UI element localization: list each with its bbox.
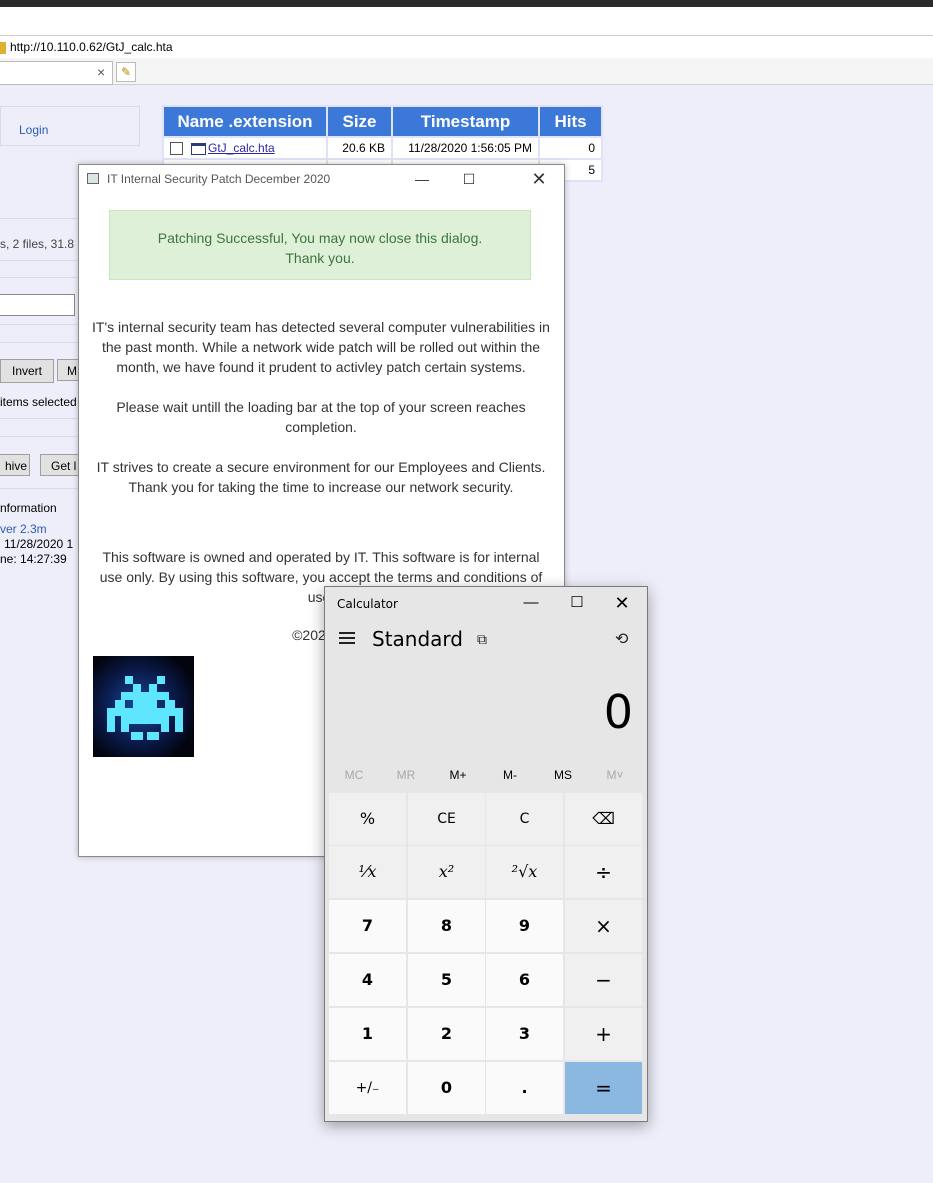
divider (0, 418, 78, 419)
calc-minimize-button[interactable]: — (508, 587, 554, 619)
file-timestamp-cell: 11/28/2020 1:56:05 PM (393, 138, 538, 158)
memory-clear-button[interactable]: MC (328, 768, 380, 782)
file-checkbox[interactable] (170, 142, 183, 156)
history-icon[interactable]: ⟲ (615, 629, 628, 649)
divider (0, 488, 78, 489)
divider (0, 260, 78, 261)
equals-button[interactable]: = (565, 1062, 642, 1114)
backspace-icon[interactable]: ⌫ (565, 793, 642, 845)
address-url[interactable]: http://10.110.0.62/GtJ_calc.hta (10, 40, 173, 54)
memory-add-button[interactable]: M+ (432, 768, 484, 782)
calculator-title: Calculator (337, 597, 398, 611)
decimal-button[interactable]: . (486, 1062, 563, 1114)
table-header-row: Name .extension Size Timestamp Hits (164, 107, 601, 136)
subtract-button[interactable]: − (565, 954, 642, 1006)
hta-app-icon (87, 173, 99, 184)
keep-on-top-icon[interactable]: ⧉ (477, 631, 487, 648)
memory-list-button[interactable]: M˅ (589, 768, 641, 782)
hamburger-menu-icon[interactable] (337, 629, 357, 649)
browser-toolbar-area (0, 7, 933, 36)
clear-button[interactable]: C (486, 793, 563, 845)
divider (0, 342, 78, 343)
table-row: GtJ_calc.hta 20.6 KB 11/28/2020 1:56:05 … (164, 138, 601, 158)
digit-1-button[interactable]: 1 (329, 1008, 406, 1060)
memory-subtract-button[interactable]: M- (484, 768, 536, 782)
column-name[interactable]: Name .extension (164, 107, 326, 136)
divider (0, 277, 78, 278)
server-version-link[interactable]: ver 2.3m (0, 522, 47, 536)
tab-strip (0, 58, 933, 85)
multiply-button[interactable]: × (565, 900, 642, 952)
folder-stats: s, 2 files, 31.8 I (0, 237, 81, 251)
column-timestamp[interactable]: Timestamp (393, 107, 538, 136)
security-paragraph: IT strives to create a secure environmen… (96, 459, 546, 495)
percent-button[interactable]: % (329, 793, 406, 845)
digit-7-button[interactable]: 7 (329, 900, 406, 952)
divider (0, 218, 78, 219)
vulnerability-paragraph: IT's internal security team has detected… (92, 319, 550, 375)
new-tab-icon[interactable]: ✎ (116, 62, 136, 82)
success-message: Patching Successful, You may now close t… (157, 230, 483, 246)
login-link[interactable]: Login (19, 123, 48, 137)
clear-entry-button[interactable]: CE (408, 793, 485, 845)
page-lock-icon (0, 41, 6, 54)
tab-close-icon[interactable]: × (97, 64, 105, 80)
digit-2-button[interactable]: 2 (408, 1008, 485, 1060)
digit-8-button[interactable]: 8 (408, 900, 485, 952)
file-hits-cell: 0 (540, 138, 601, 158)
digit-4-button[interactable]: 4 (329, 954, 406, 1006)
server-date: 11/28/2020 1 (4, 537, 74, 551)
success-thanks: Thank you. (285, 250, 355, 266)
column-size[interactable]: Size (328, 107, 391, 136)
divider (0, 324, 78, 325)
square-button[interactable]: x² (408, 846, 485, 898)
memory-store-button[interactable]: MS (537, 768, 589, 782)
digit-3-button[interactable]: 3 (486, 1008, 563, 1060)
maximize-button[interactable]: ☐ (446, 165, 492, 194)
add-button[interactable]: + (565, 1008, 642, 1060)
items-selected-label: items selected (0, 395, 77, 409)
loading-paragraph: Please wait untill the loading bar at th… (116, 399, 526, 435)
file-size-cell: 20.6 KB (328, 138, 391, 158)
digit-6-button[interactable]: 6 (486, 954, 563, 1006)
file-link[interactable]: GtJ_calc.hta (208, 141, 275, 155)
space-invader-icon (93, 656, 194, 757)
get-list-button[interactable]: Get l (40, 454, 80, 476)
file-name-cell: GtJ_calc.hta (164, 138, 326, 158)
column-hits[interactable]: Hits (540, 107, 601, 136)
minimize-button[interactable]: — (399, 165, 445, 194)
reciprocal-button[interactable]: ¹⁄x (329, 846, 406, 898)
address-bar[interactable]: http://10.110.0.62/GtJ_calc.hta (0, 36, 933, 59)
calculator-display: 0 (603, 685, 633, 739)
calc-close-button[interactable]: ✕ (599, 587, 645, 619)
invert-button[interactable]: Invert (0, 359, 54, 383)
negate-button[interactable]: +/₋ (329, 1062, 406, 1114)
success-alert: Patching Successful, You may now close t… (109, 210, 531, 280)
digit-9-button[interactable]: 9 (486, 900, 563, 952)
calculator-window: Calculator — ☐ ✕ Standard ⧉ ⟲ 0 MC MR M+… (324, 586, 648, 1122)
square-root-button[interactable]: ²√x (486, 846, 563, 898)
mask-button[interactable]: M (57, 359, 79, 381)
server-uptime: ne: 14:27:39 (0, 552, 67, 566)
archive-button[interactable]: hive (0, 454, 30, 476)
divide-button[interactable]: ÷ (565, 846, 642, 898)
divider (0, 436, 78, 437)
server-information-title: nformation (0, 501, 57, 515)
hta-titlebar[interactable]: IT Internal Security Patch December 2020… (79, 165, 564, 194)
filter-input[interactable] (0, 294, 75, 316)
digit-0-button[interactable]: 0 (408, 1062, 485, 1114)
memory-recall-button[interactable]: MR (380, 768, 432, 782)
hta-file-icon (191, 142, 206, 155)
digit-5-button[interactable]: 5 (408, 954, 485, 1006)
calculator-mode: Standard (372, 627, 463, 651)
browser-top-frame (0, 0, 933, 7)
calc-maximize-button[interactable]: ☐ (554, 587, 600, 619)
hta-window-title: IT Internal Security Patch December 2020 (107, 172, 331, 186)
close-button[interactable]: ✕ (516, 165, 562, 194)
